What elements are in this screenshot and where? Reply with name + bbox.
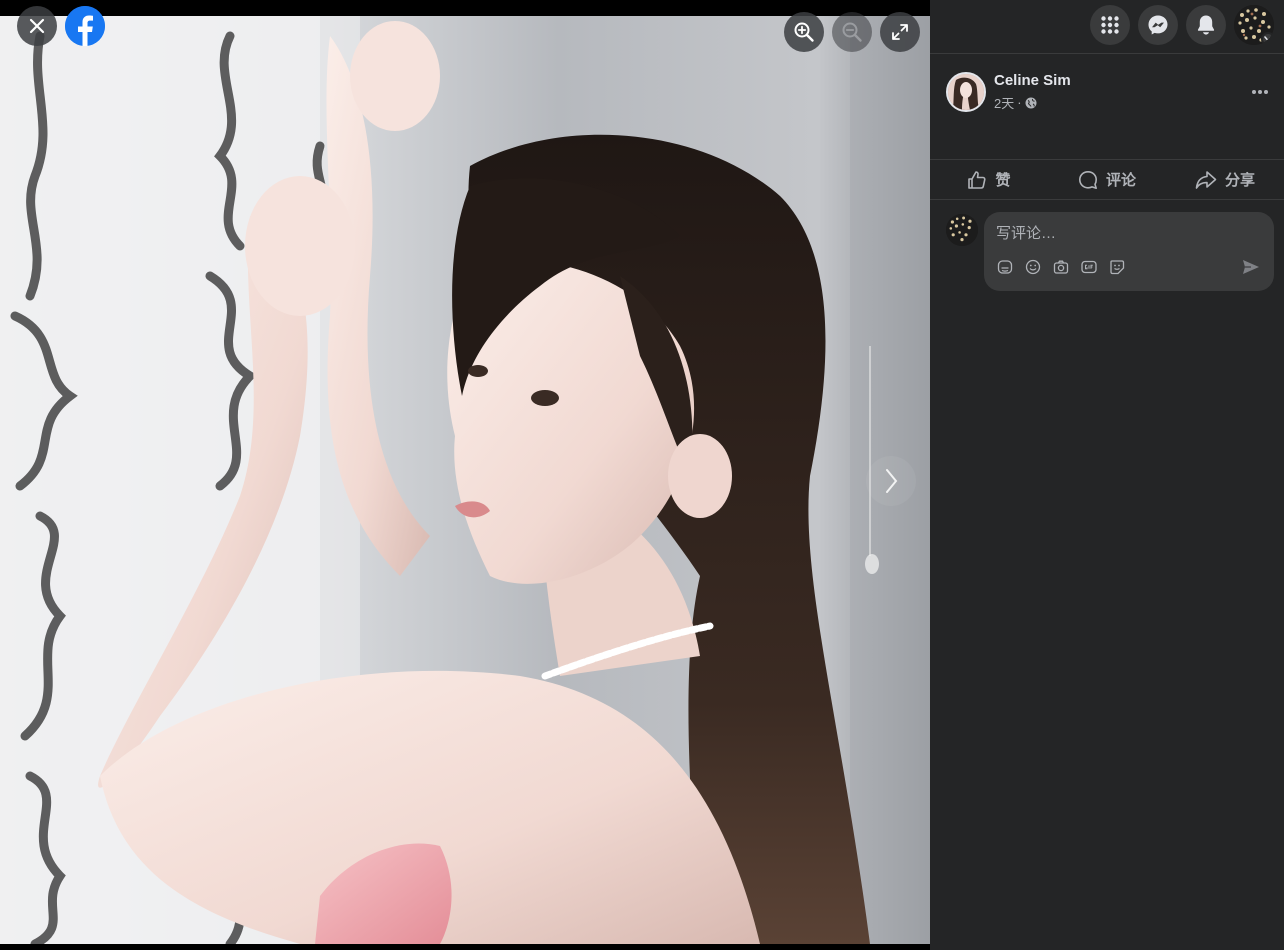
chevron-down-icon xyxy=(1264,36,1272,42)
menu-button[interactable] xyxy=(1090,5,1130,45)
post-author-name[interactable]: Celine Sim xyxy=(994,72,1071,89)
post-options-button[interactable] xyxy=(1244,76,1276,108)
top-navigation xyxy=(930,0,1284,54)
avatar-sticker-icon xyxy=(1110,260,1125,275)
gif-icon xyxy=(1081,260,1097,274)
post-header: Celine Sim 2天 · xyxy=(946,72,1276,112)
avatar-sticker-button[interactable] xyxy=(1108,258,1126,276)
close-button[interactable] xyxy=(17,6,57,46)
share-label: 分享 xyxy=(1224,172,1255,189)
account-button[interactable] xyxy=(1234,5,1274,45)
comment-button[interactable]: 评论 xyxy=(1048,160,1166,199)
camera-button[interactable] xyxy=(1052,258,1070,276)
menu-grid-icon xyxy=(1101,16,1119,34)
like-button[interactable]: 赞 xyxy=(930,160,1048,199)
emoji-button[interactable] xyxy=(1024,258,1042,276)
send-comment-button[interactable] xyxy=(1242,259,1260,280)
sticker-button[interactable] xyxy=(996,258,1014,276)
bell-icon xyxy=(1197,15,1215,35)
share-button[interactable]: 分享 xyxy=(1166,160,1284,199)
like-icon xyxy=(968,170,987,189)
sticker-icon xyxy=(997,260,1013,274)
like-label: 赞 xyxy=(995,172,1011,189)
post-photo[interactable] xyxy=(0,16,930,944)
comment-icon xyxy=(1078,170,1097,189)
send-icon xyxy=(1243,260,1259,274)
photo-illustration xyxy=(0,16,930,944)
account-menu-chevron[interactable] xyxy=(1261,32,1274,45)
next-photo-button[interactable] xyxy=(866,456,916,506)
comment-input[interactable] xyxy=(996,222,1256,244)
photo-viewer-page: Celine Sim 2天 · 赞 评论 分享 写评论… xyxy=(0,0,1284,950)
chevron-right-icon xyxy=(886,469,898,493)
meta-separator: · xyxy=(1017,95,1022,110)
emoji-icon xyxy=(1025,259,1041,275)
post-side-panel: Celine Sim 2天 · 赞 评论 分享 写评论… xyxy=(930,0,1284,950)
zoom-out-button[interactable] xyxy=(832,12,872,52)
author-avatar[interactable] xyxy=(946,72,986,112)
share-icon xyxy=(1195,170,1217,189)
post-actions-bar: 赞 评论 分享 xyxy=(930,159,1284,200)
commenter-avatar-image xyxy=(946,214,978,246)
post-meta: 2天 · xyxy=(994,93,1037,112)
comment-label: 评论 xyxy=(1105,172,1136,189)
post-time[interactable]: 2天 xyxy=(994,93,1014,112)
facebook-home-link[interactable] xyxy=(65,6,105,46)
more-dots-icon xyxy=(1252,90,1268,94)
comment-tools xyxy=(996,258,1126,276)
close-icon xyxy=(29,18,45,34)
messenger-button[interactable] xyxy=(1138,5,1178,45)
author-avatar-image xyxy=(948,74,984,110)
comment-box xyxy=(984,212,1274,291)
fullscreen-button[interactable] xyxy=(880,12,920,52)
zoom-in-icon xyxy=(794,22,814,42)
commenter-avatar[interactable] xyxy=(946,214,978,246)
gif-button[interactable] xyxy=(1080,258,1098,276)
zoom-in-button[interactable] xyxy=(784,12,824,52)
zoom-out-icon xyxy=(842,22,862,42)
camera-icon xyxy=(1053,260,1069,274)
photo-viewer xyxy=(0,0,930,950)
notifications-button[interactable] xyxy=(1186,5,1226,45)
globe-icon xyxy=(1025,97,1037,108)
messenger-icon xyxy=(1148,15,1168,35)
fullscreen-icon xyxy=(892,24,908,40)
facebook-logo-icon xyxy=(65,6,105,46)
